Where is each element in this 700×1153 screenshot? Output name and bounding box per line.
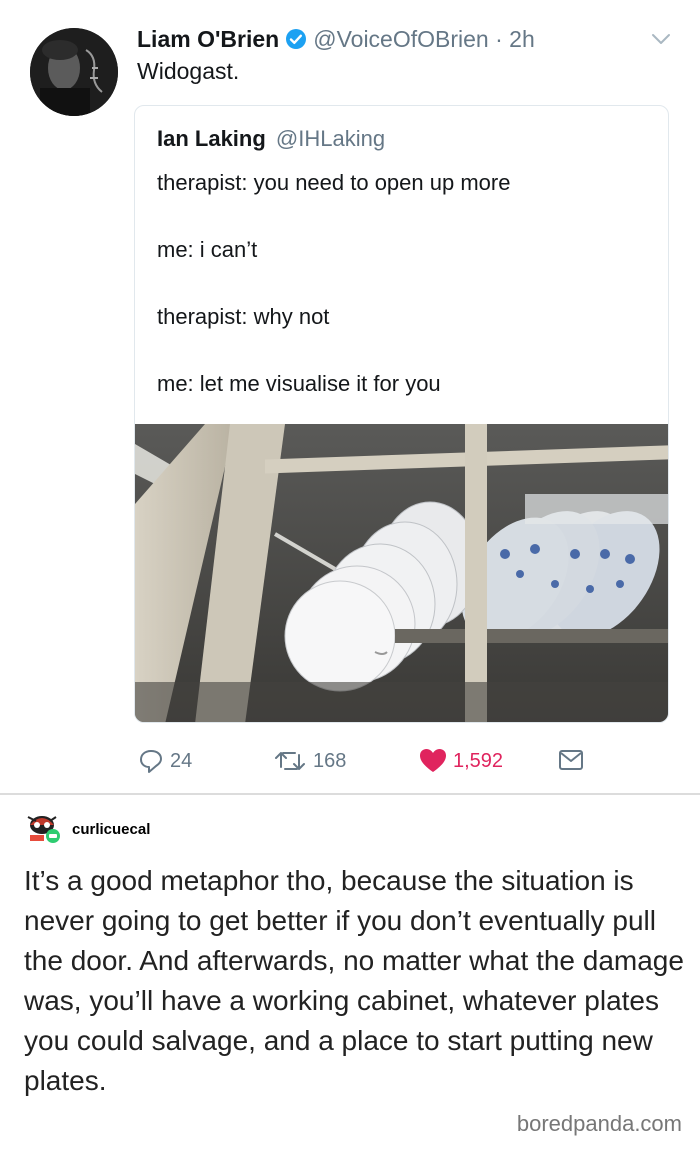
quoted-author-handle: @IHLaking: [275, 126, 386, 151]
author-name[interactable]: Liam O'Brien: [137, 26, 279, 53]
quoted-tweet-header: Ian Laking @IHLaking: [157, 126, 385, 152]
retweet-count: 168: [313, 749, 347, 772]
tweet-header: Liam O'Brien @VoiceOfOBrien · 2h: [137, 22, 535, 56]
reply-action[interactable]: 24: [138, 748, 192, 774]
quoted-line: me: i can’t: [157, 237, 258, 262]
watermark: boredpanda.com: [516, 1111, 682, 1136]
reply-username[interactable]: curlicuecal: [72, 821, 150, 838]
reply-avatar[interactable]: [26, 811, 62, 845]
quoted-author-name: Ian Laking: [157, 126, 266, 151]
reply-icon: [140, 750, 162, 773]
author-handle-time[interactable]: @VoiceOfOBrien · 2h: [313, 26, 535, 53]
reply-text: It’s a good metaphor tho, because the si…: [24, 865, 684, 1096]
like-action[interactable]: 1,592: [419, 748, 503, 774]
quoted-line: me: let me visualise it for you: [157, 371, 441, 396]
tweet-card: Liam O'Brien @VoiceOfOBrien · 2h Widogas…: [0, 0, 700, 793]
tweet-text: Widogast.: [137, 58, 240, 84]
like-count: 1,592: [453, 749, 504, 772]
retweet-icon: [275, 752, 305, 770]
tweet-actions: 24 168 1,592: [0, 748, 700, 778]
quoted-line: therapist: you need to open up more: [157, 170, 511, 195]
retweet-action[interactable]: 168: [273, 748, 346, 774]
verified-icon: [285, 28, 307, 50]
chevron-down-icon[interactable]: [650, 30, 672, 48]
reply-post: curlicuecal It’s a good metaphor tho, be…: [0, 795, 700, 1153]
quoted-line: therapist: why not: [157, 304, 330, 329]
dm-icon: [559, 750, 583, 770]
dm-action[interactable]: [558, 748, 584, 772]
author-avatar[interactable]: [30, 28, 118, 116]
quoted-tweet[interactable]: Ian Laking @IHLaking therapist: you need…: [134, 105, 669, 723]
heart-icon: [420, 749, 446, 772]
cabinet-plates-photo[interactable]: [135, 424, 668, 722]
reply-count: 24: [170, 749, 193, 772]
